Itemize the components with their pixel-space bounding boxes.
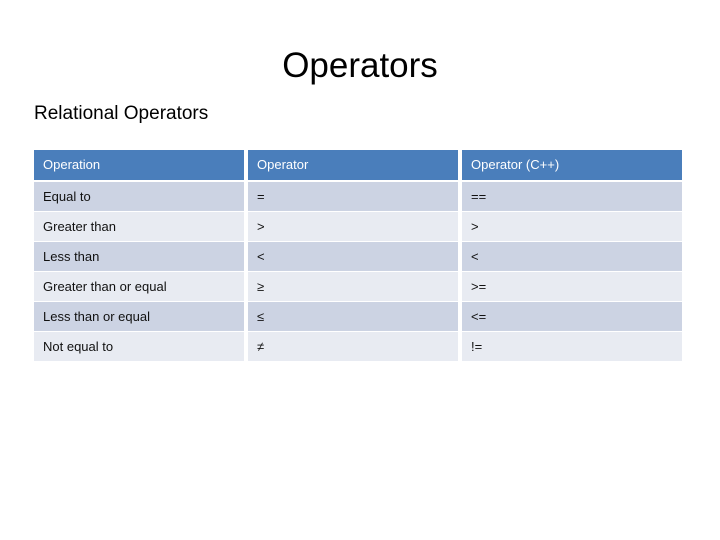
cell-operator: ≤ xyxy=(248,302,462,332)
column-header-operation: Operation xyxy=(34,150,248,182)
table-row: Equal to = == xyxy=(34,182,682,212)
slide: Operators Relational Operators Operation… xyxy=(0,0,720,540)
table-header: Operation Operator Operator (C++) xyxy=(34,150,682,182)
cell-operator: < xyxy=(248,242,462,272)
column-header-operator-cpp: Operator (C++) xyxy=(462,150,682,182)
cell-operator-cpp: <= xyxy=(462,302,682,332)
cell-operator-cpp: != xyxy=(462,332,682,361)
cell-operation: Greater than or equal xyxy=(34,272,248,302)
cell-operator: > xyxy=(248,212,462,242)
section-subtitle: Relational Operators xyxy=(34,103,209,124)
cell-operator-cpp: > xyxy=(462,212,682,242)
table-row: Less than or equal ≤ <= xyxy=(34,302,682,332)
cell-operation: Equal to xyxy=(34,182,248,212)
table-body: Equal to = == Greater than > > Less than… xyxy=(34,182,682,361)
cell-operation: Less than xyxy=(34,242,248,272)
cell-operation: Less than or equal xyxy=(34,302,248,332)
cell-operation: Not equal to xyxy=(34,332,248,361)
table-row: Greater than > > xyxy=(34,212,682,242)
cell-operation: Greater than xyxy=(34,212,248,242)
cell-operator-cpp: >= xyxy=(462,272,682,302)
table-row: Greater than or equal ≥ >= xyxy=(34,272,682,302)
table-row: Not equal to ≠ != xyxy=(34,332,682,361)
cell-operator: ≥ xyxy=(248,272,462,302)
column-header-operator: Operator xyxy=(248,150,462,182)
cell-operator: = xyxy=(248,182,462,212)
cell-operator-cpp: < xyxy=(462,242,682,272)
cell-operator: ≠ xyxy=(248,332,462,361)
cell-operator-cpp: == xyxy=(462,182,682,212)
relational-operators-table: Operation Operator Operator (C++) Equal … xyxy=(34,150,682,361)
page-title: Operators xyxy=(282,46,438,85)
table-header-row: Operation Operator Operator (C++) xyxy=(34,150,682,182)
table-row: Less than < < xyxy=(34,242,682,272)
